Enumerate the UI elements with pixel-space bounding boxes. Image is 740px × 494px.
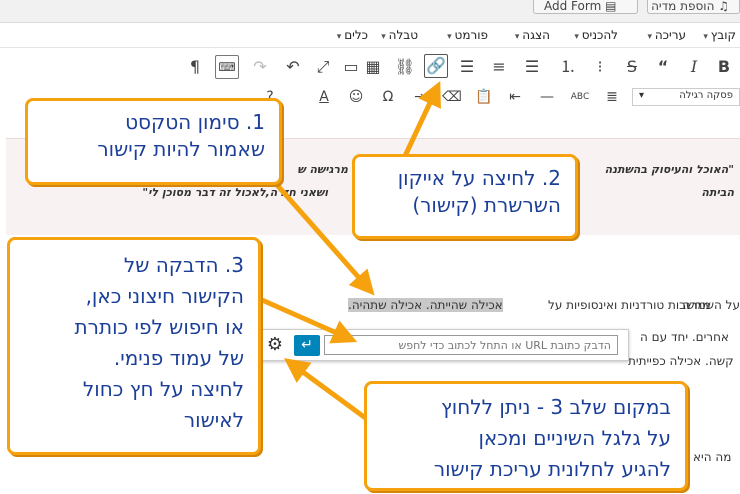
callout-2-line-2: השרשרת (קישור) xyxy=(412,193,561,217)
callout-4-line-2: על גלגל השיניים ומכאן xyxy=(478,426,671,450)
callout-3-line-5: לחיצה על חץ כחול xyxy=(82,377,244,401)
callout-4-line-1: במקום שלב 3 - ניתן ללחוץ xyxy=(440,395,671,419)
arrow-to-link-icon xyxy=(402,80,441,159)
callout-step-2: 2. לחיצה על אייקון השרשרת (קישור) xyxy=(352,154,578,239)
callout-3-line-6: לאישור xyxy=(183,408,244,432)
callout-step-alt: במקום שלב 3 - ניתן ללחוץ על גלגל השיניים… xyxy=(364,381,688,491)
arrow-to-gear xyxy=(283,358,378,428)
callout-4-line-3: להגיע לחלונית עריכת קישור xyxy=(433,457,671,481)
callout-3-line-3: או חיפוש לפי כותרת xyxy=(74,315,244,339)
callout-3-line-4: של עמוד פנימי. xyxy=(113,346,244,370)
callout-3-line-2: הקישור חיצוני כאן, xyxy=(85,284,244,308)
callout-step-1: 1. סימון הטקסט שאמור להיות קישור xyxy=(25,98,282,185)
callout-step-3: 3. הדבקה של הקישור חיצוני כאן, או חיפוש … xyxy=(7,237,261,455)
callout-3-line-1: 3. הדבקה של xyxy=(123,253,244,277)
arrow-to-url-input xyxy=(259,297,358,344)
callout-2-line-1: 2. לחיצה על אייקון xyxy=(397,166,561,190)
callout-1-line-1: 1. סימון הטקסט xyxy=(125,110,265,134)
callout-1-line-2: שאמור להיות קישור xyxy=(97,137,265,161)
